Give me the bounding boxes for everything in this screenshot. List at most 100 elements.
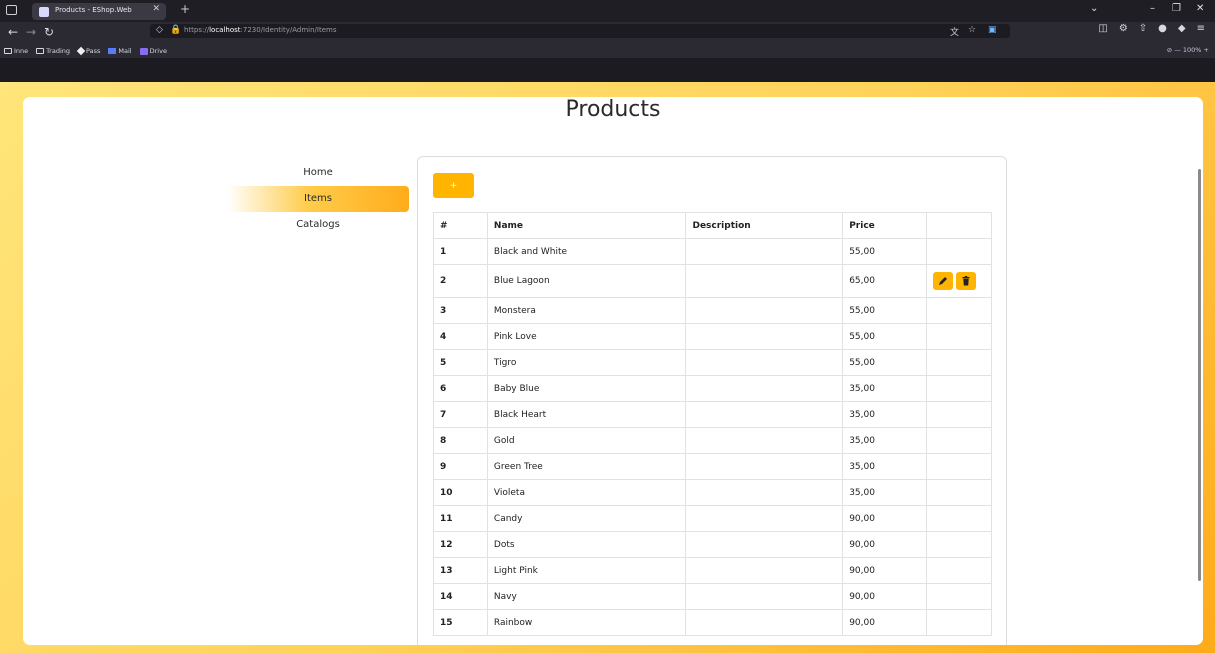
url-text[interactable]: https://localhost:7230/Identity/Admin/It… bbox=[184, 26, 336, 34]
cell-actions bbox=[926, 583, 992, 610]
share-icon[interactable]: ⇧ bbox=[1139, 23, 1147, 34]
mail-icon bbox=[108, 48, 117, 54]
shield-icon[interactable]: ◇ bbox=[156, 25, 163, 35]
cell-name: Navy bbox=[486, 583, 687, 610]
table-row[interactable]: 13 Light Pink 90,00 bbox=[433, 557, 992, 584]
cell-description bbox=[685, 323, 844, 350]
tab-overview-icon[interactable] bbox=[6, 5, 17, 15]
table-row[interactable]: 9 Green Tree 35,00 bbox=[433, 453, 992, 480]
cell-name: Baby Blue bbox=[486, 375, 687, 402]
cell-name: Pink Love bbox=[486, 323, 687, 350]
table-row[interactable]: 14 Navy 90,00 bbox=[433, 583, 992, 610]
minimize-icon[interactable]: – bbox=[1150, 3, 1155, 14]
admin-sidenav: Home Items Catalogs bbox=[227, 160, 409, 238]
cell-number: 6 bbox=[433, 375, 488, 402]
cell-name: Violeta bbox=[486, 479, 687, 506]
cell-description bbox=[685, 583, 844, 610]
bookmark-pass[interactable]: Pass bbox=[76, 45, 100, 57]
cell-price: 35,00 bbox=[842, 401, 928, 428]
cell-actions bbox=[926, 609, 992, 636]
cell-actions bbox=[926, 238, 992, 265]
url-bar[interactable]: ◇ 🔒 https://localhost:7230/Identity/Admi… bbox=[150, 24, 1010, 38]
scrollbar-thumb[interactable] bbox=[1198, 169, 1201, 581]
folder-icon bbox=[36, 48, 45, 54]
account-icon[interactable]: ● bbox=[1158, 23, 1167, 34]
cell-actions bbox=[926, 427, 992, 454]
edit-button[interactable] bbox=[933, 272, 954, 290]
cell-price: 90,00 bbox=[842, 505, 928, 532]
translate-icon[interactable]: 文 bbox=[950, 25, 959, 38]
table-row[interactable]: 2 Blue Lagoon 65,00 bbox=[433, 264, 992, 298]
zoom-controls[interactable]: ⊘ — 100% + bbox=[1167, 46, 1209, 54]
sidenav-item-catalogs[interactable]: Catalogs bbox=[227, 212, 409, 238]
cell-actions bbox=[926, 375, 992, 402]
table-row[interactable]: 6 Baby Blue 35,00 bbox=[433, 375, 992, 402]
browser-navbar: ← → ↻ ◇ 🔒 https://localhost:7230/Identit… bbox=[0, 22, 1215, 58]
cell-description bbox=[685, 609, 844, 636]
table-row[interactable]: 7 Black Heart 35,00 bbox=[433, 401, 992, 428]
cell-number: 10 bbox=[433, 479, 488, 506]
table-row[interactable]: 12 Dots 90,00 bbox=[433, 531, 992, 558]
forward-icon[interactable]: → bbox=[26, 25, 36, 39]
table-row[interactable]: 15 Rainbow 90,00 bbox=[433, 609, 992, 636]
cell-price: 55,00 bbox=[842, 297, 928, 324]
cell-name: Rainbow bbox=[486, 609, 687, 636]
table-row[interactable]: 1 Black and White 55,00 bbox=[433, 238, 992, 265]
cell-price: 90,00 bbox=[842, 609, 928, 636]
addon-icon[interactable]: ◆ bbox=[1178, 23, 1186, 34]
delete-button[interactable] bbox=[956, 272, 977, 290]
cell-number: 1 bbox=[433, 238, 488, 265]
cell-number: 3 bbox=[433, 297, 488, 324]
settings-icon[interactable]: ⚙ bbox=[1119, 23, 1128, 34]
cell-price: 90,00 bbox=[842, 583, 928, 610]
bookmark-drive[interactable]: Drive bbox=[139, 45, 167, 57]
back-icon[interactable]: ← bbox=[8, 25, 18, 39]
bookmark-star-icon[interactable]: ☆ bbox=[968, 25, 976, 35]
table-row[interactable]: 10 Violeta 35,00 bbox=[433, 479, 992, 506]
add-item-button[interactable]: + bbox=[433, 173, 474, 198]
table-row[interactable]: 11 Candy 90,00 bbox=[433, 505, 992, 532]
table-row[interactable]: 4 Pink Love 55,00 bbox=[433, 323, 992, 350]
cell-number: 13 bbox=[433, 557, 488, 584]
cell-number: 7 bbox=[433, 401, 488, 428]
menu-icon[interactable]: ≡ bbox=[1197, 23, 1205, 34]
items-table: # Name Description Price 1 Black and Whit… bbox=[433, 212, 992, 636]
cell-name: Black Heart bbox=[486, 401, 687, 428]
cell-description bbox=[685, 401, 844, 428]
window-close-icon[interactable]: ✕ bbox=[1196, 3, 1204, 14]
cell-price: 55,00 bbox=[842, 323, 928, 350]
cell-description bbox=[685, 505, 844, 532]
cell-description bbox=[685, 479, 844, 506]
bookmark-inne[interactable]: Inne bbox=[4, 45, 28, 57]
table-row[interactable]: 3 Monstera 55,00 bbox=[433, 297, 992, 324]
column-header-name: Name bbox=[486, 212, 687, 239]
tab-close-icon[interactable]: ✕ bbox=[152, 4, 160, 14]
cell-name: Monstera bbox=[486, 297, 687, 324]
folder-icon bbox=[4, 48, 12, 54]
cell-price: 55,00 bbox=[842, 238, 928, 265]
extension-icon[interactable]: ▣ bbox=[988, 25, 997, 35]
pencil-icon bbox=[939, 277, 948, 285]
cell-description bbox=[685, 531, 844, 558]
cell-price: 90,00 bbox=[842, 557, 928, 584]
browser-tab-bar: Products - EShop.Web ✕ + ⌄ – ❐ ✕ bbox=[0, 0, 1215, 22]
table-row[interactable]: 5 Tigro 55,00 bbox=[433, 349, 992, 376]
cell-actions bbox=[926, 323, 992, 350]
maximize-icon[interactable]: ❐ bbox=[1172, 3, 1181, 14]
reload-icon[interactable]: ↻ bbox=[44, 25, 54, 39]
lock-icon[interactable]: 🔒 bbox=[170, 25, 181, 35]
sidebar-icon[interactable]: ◫ bbox=[1098, 23, 1107, 34]
new-tab-icon[interactable]: + bbox=[180, 2, 190, 16]
browser-tab[interactable]: Products - EShop.Web ✕ bbox=[32, 3, 166, 20]
page-viewport: Products Home Items Catalogs + # Name De… bbox=[0, 82, 1215, 653]
sidenav-item-home[interactable]: Home bbox=[227, 160, 409, 186]
cell-actions bbox=[926, 479, 992, 506]
cell-actions bbox=[926, 557, 992, 584]
content-card: Products Home Items Catalogs + # Name De… bbox=[23, 97, 1203, 645]
bookmark-trading[interactable]: Trading bbox=[36, 45, 70, 57]
sidenav-item-items[interactable]: Items bbox=[227, 186, 409, 212]
table-row[interactable]: 8 Gold 35,00 bbox=[433, 427, 992, 454]
cell-description bbox=[685, 557, 844, 584]
bookmark-mail[interactable]: Mail bbox=[108, 45, 132, 57]
chevron-down-icon[interactable]: ⌄ bbox=[1090, 3, 1098, 14]
